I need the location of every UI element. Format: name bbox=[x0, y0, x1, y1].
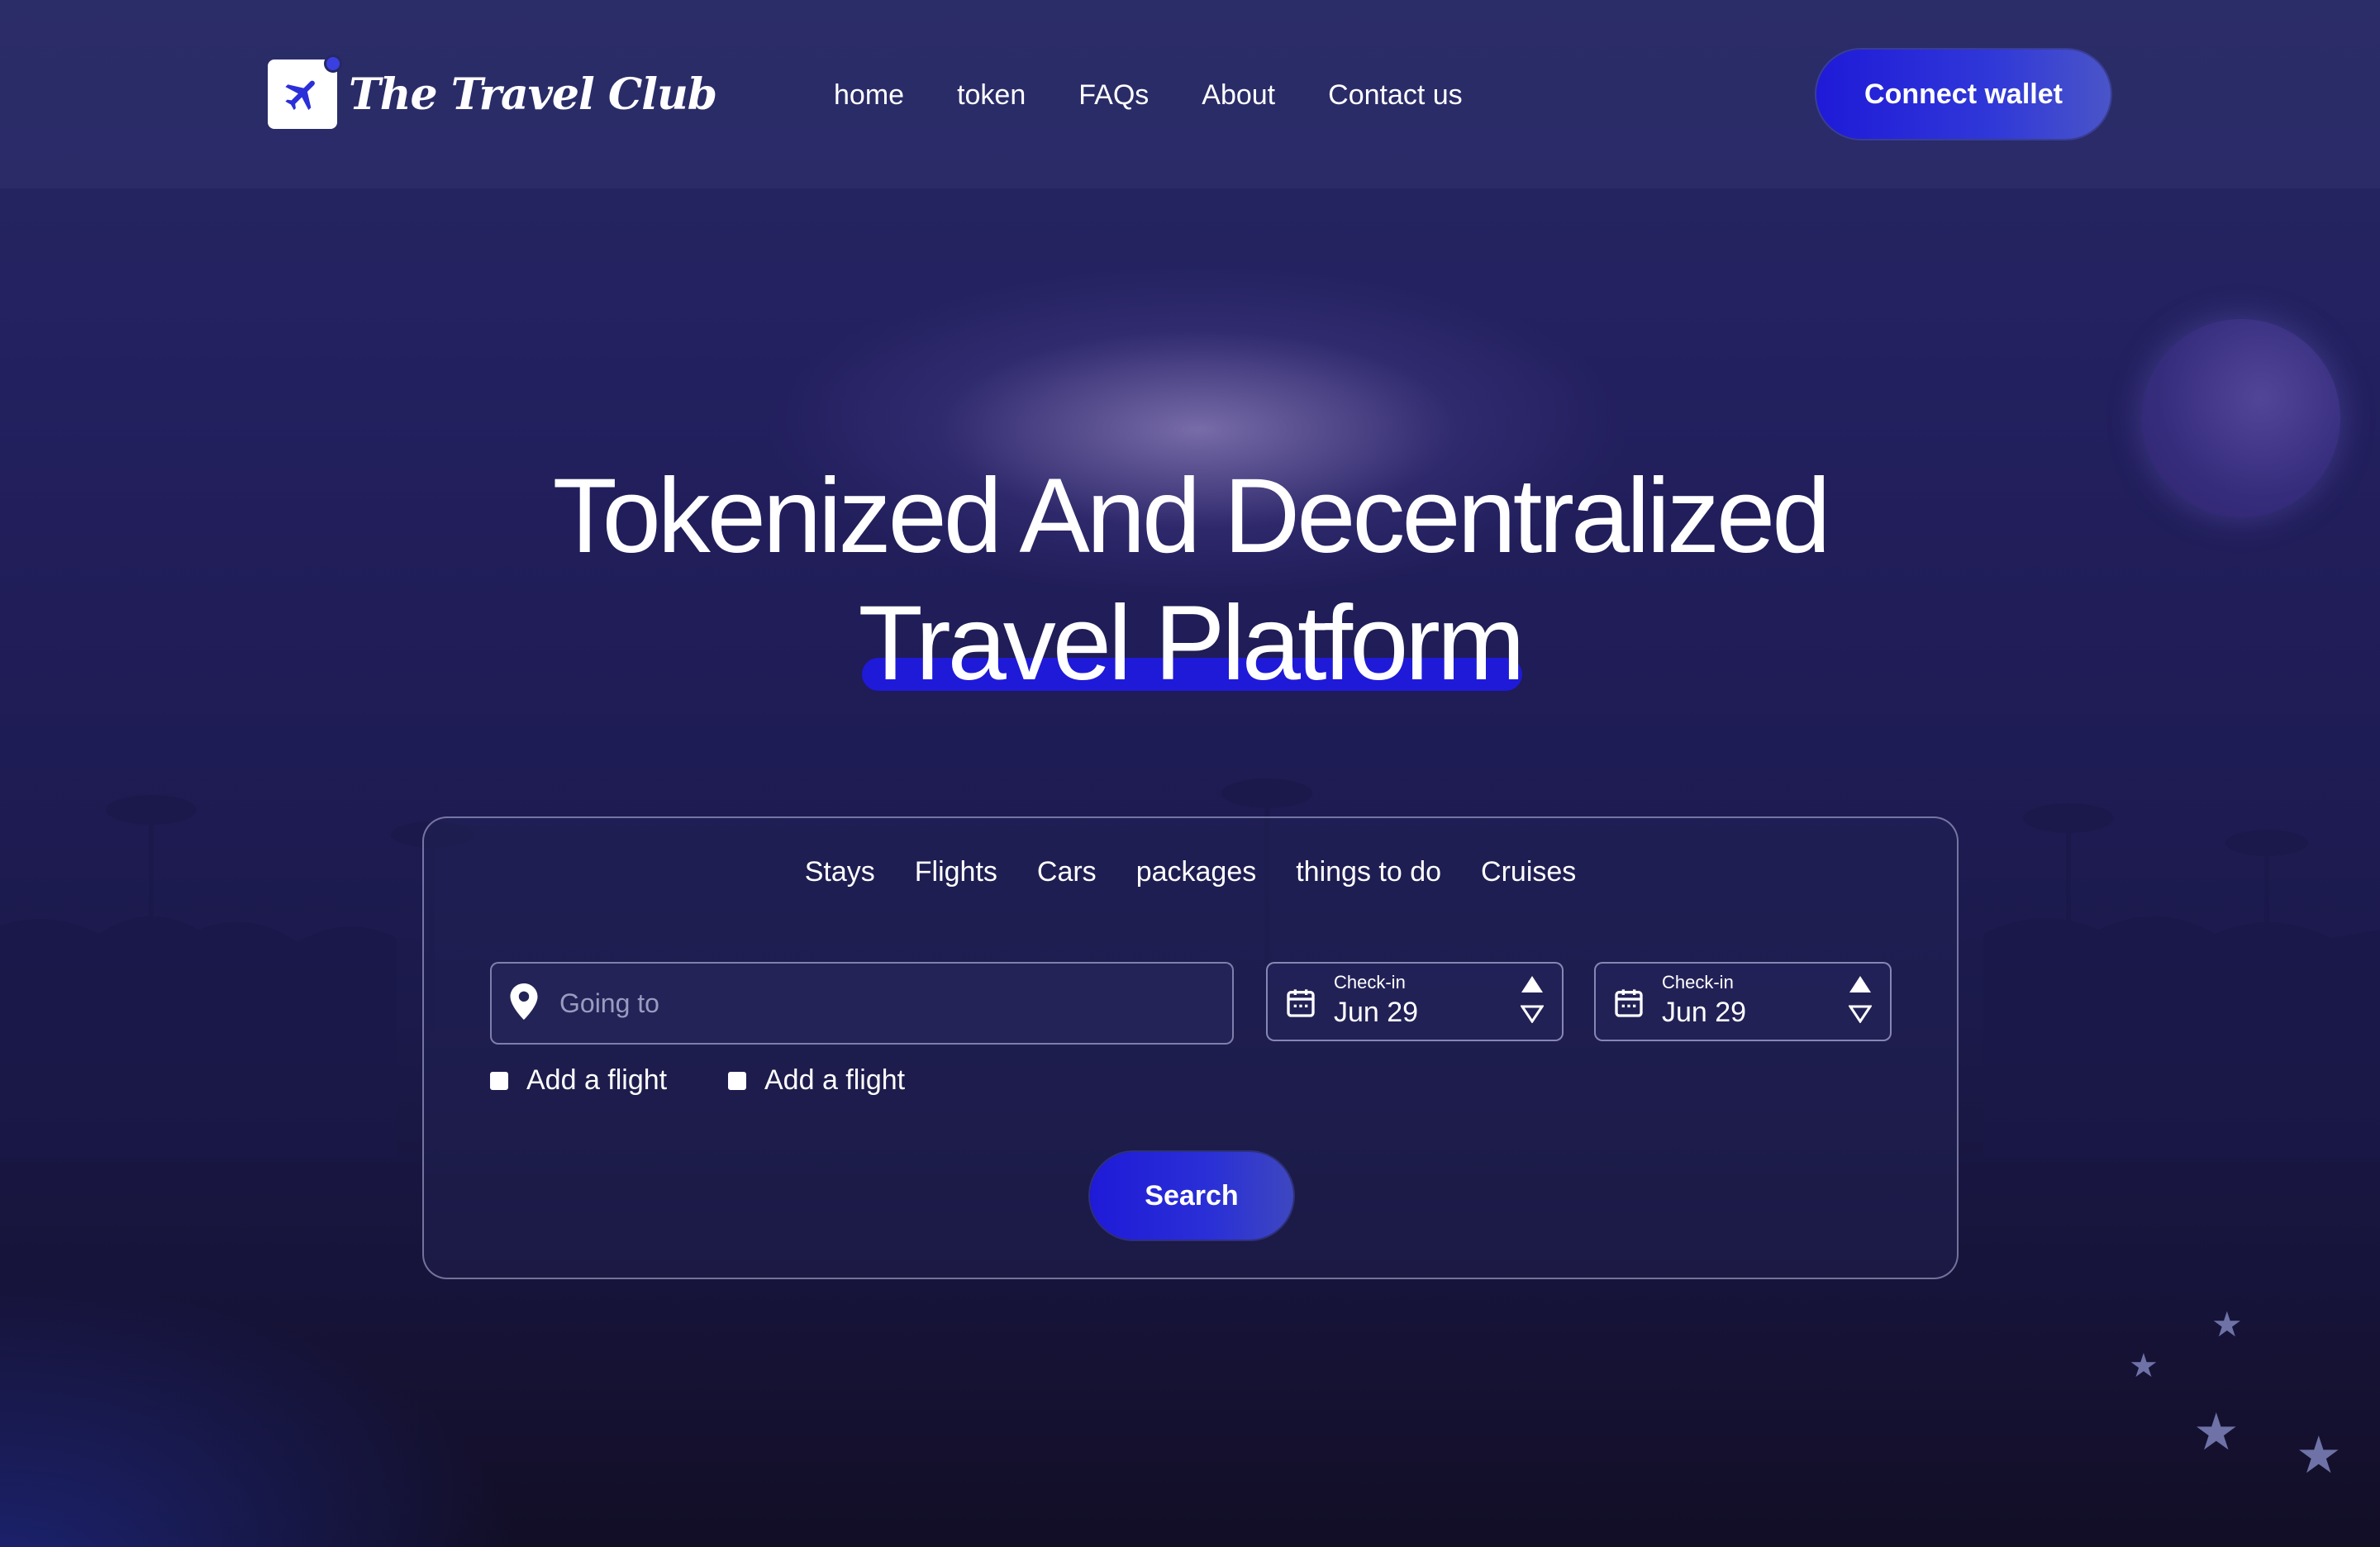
background-scene: ★ ★ ★ ★ bbox=[0, 0, 2380, 1547]
nav-item-home[interactable]: home bbox=[834, 79, 904, 112]
logo-dot-decoration bbox=[324, 55, 342, 73]
nav-item-token[interactable]: token bbox=[957, 79, 1026, 112]
map-pin-icon bbox=[510, 983, 538, 1024]
nav-item-faqs[interactable]: FAQs bbox=[1078, 79, 1149, 112]
star-icon: ★ bbox=[2211, 1305, 2243, 1344]
destination-field[interactable] bbox=[490, 962, 1234, 1045]
tab-things-to-do[interactable]: things to do bbox=[1296, 856, 1441, 888]
decrement-arrow-icon[interactable] bbox=[1520, 1005, 1545, 1027]
checkbox-label: Add a flight bbox=[526, 1064, 668, 1096]
tab-stays[interactable]: Stays bbox=[805, 856, 875, 888]
tab-cruises[interactable]: Cruises bbox=[1481, 856, 1576, 888]
main-nav: home token FAQs About Contact us bbox=[834, 73, 1463, 117]
hero-title-line1: Tokenized And Decentralized bbox=[552, 457, 1831, 575]
connect-wallet-button[interactable]: Connect wallet bbox=[1816, 50, 2111, 139]
nav-item-about[interactable]: About bbox=[1202, 79, 1275, 112]
hero-section: Tokenized And Decentralized Travel Platf… bbox=[0, 453, 2380, 707]
checkin-value: Jun 29 bbox=[1334, 997, 1419, 1028]
increment-arrow-icon[interactable] bbox=[1849, 975, 1872, 997]
search-tabs: Stays Flights Cars packages things to do… bbox=[424, 856, 1957, 888]
tab-flights[interactable]: Flights bbox=[915, 856, 997, 888]
calendar-icon bbox=[1284, 987, 1317, 1024]
brand-name: The Travel Club bbox=[349, 69, 717, 120]
checkin-label: Check-in bbox=[1662, 972, 1734, 992]
hero-title-line2: Travel Platform bbox=[858, 584, 1526, 702]
checkin-date-field-1[interactable]: Check-in Jun 29 bbox=[1266, 962, 1564, 1041]
search-button[interactable]: Search bbox=[1090, 1152, 1293, 1240]
star-icon: ★ bbox=[2296, 1427, 2342, 1484]
increment-arrow-icon[interactable] bbox=[1521, 975, 1544, 997]
star-icon: ★ bbox=[2193, 1404, 2240, 1461]
hero-title-line2-wrap: Travel Platform bbox=[858, 580, 1526, 707]
destination-input[interactable] bbox=[559, 988, 1232, 1019]
checkbox[interactable] bbox=[728, 1071, 746, 1090]
calendar-icon bbox=[1612, 987, 1645, 1024]
add-flight-checkbox-2[interactable]: Add a flight bbox=[728, 1064, 905, 1097]
checkin-date-field-2[interactable]: Check-in Jun 29 bbox=[1594, 962, 1892, 1041]
tab-cars[interactable]: Cars bbox=[1037, 856, 1097, 888]
tab-packages[interactable]: packages bbox=[1136, 856, 1257, 888]
nav-item-contact[interactable]: Contact us bbox=[1328, 79, 1463, 112]
brand-logo[interactable]: The Travel Club bbox=[268, 55, 717, 129]
star-icon: ★ bbox=[2129, 1348, 2159, 1384]
top-header: The Travel Club home token FAQs About Co… bbox=[0, 0, 2380, 188]
add-flight-checkbox-1[interactable]: Add a flight bbox=[490, 1064, 667, 1097]
search-panel: Stays Flights Cars packages things to do… bbox=[422, 816, 1959, 1279]
checkin-label: Check-in bbox=[1334, 972, 1406, 992]
checkbox[interactable] bbox=[490, 1071, 508, 1090]
checkin-value: Jun 29 bbox=[1662, 997, 1747, 1028]
decrement-arrow-icon[interactable] bbox=[1848, 1005, 1873, 1027]
checkbox-label: Add a flight bbox=[764, 1064, 906, 1096]
airplane-icon bbox=[268, 55, 342, 129]
